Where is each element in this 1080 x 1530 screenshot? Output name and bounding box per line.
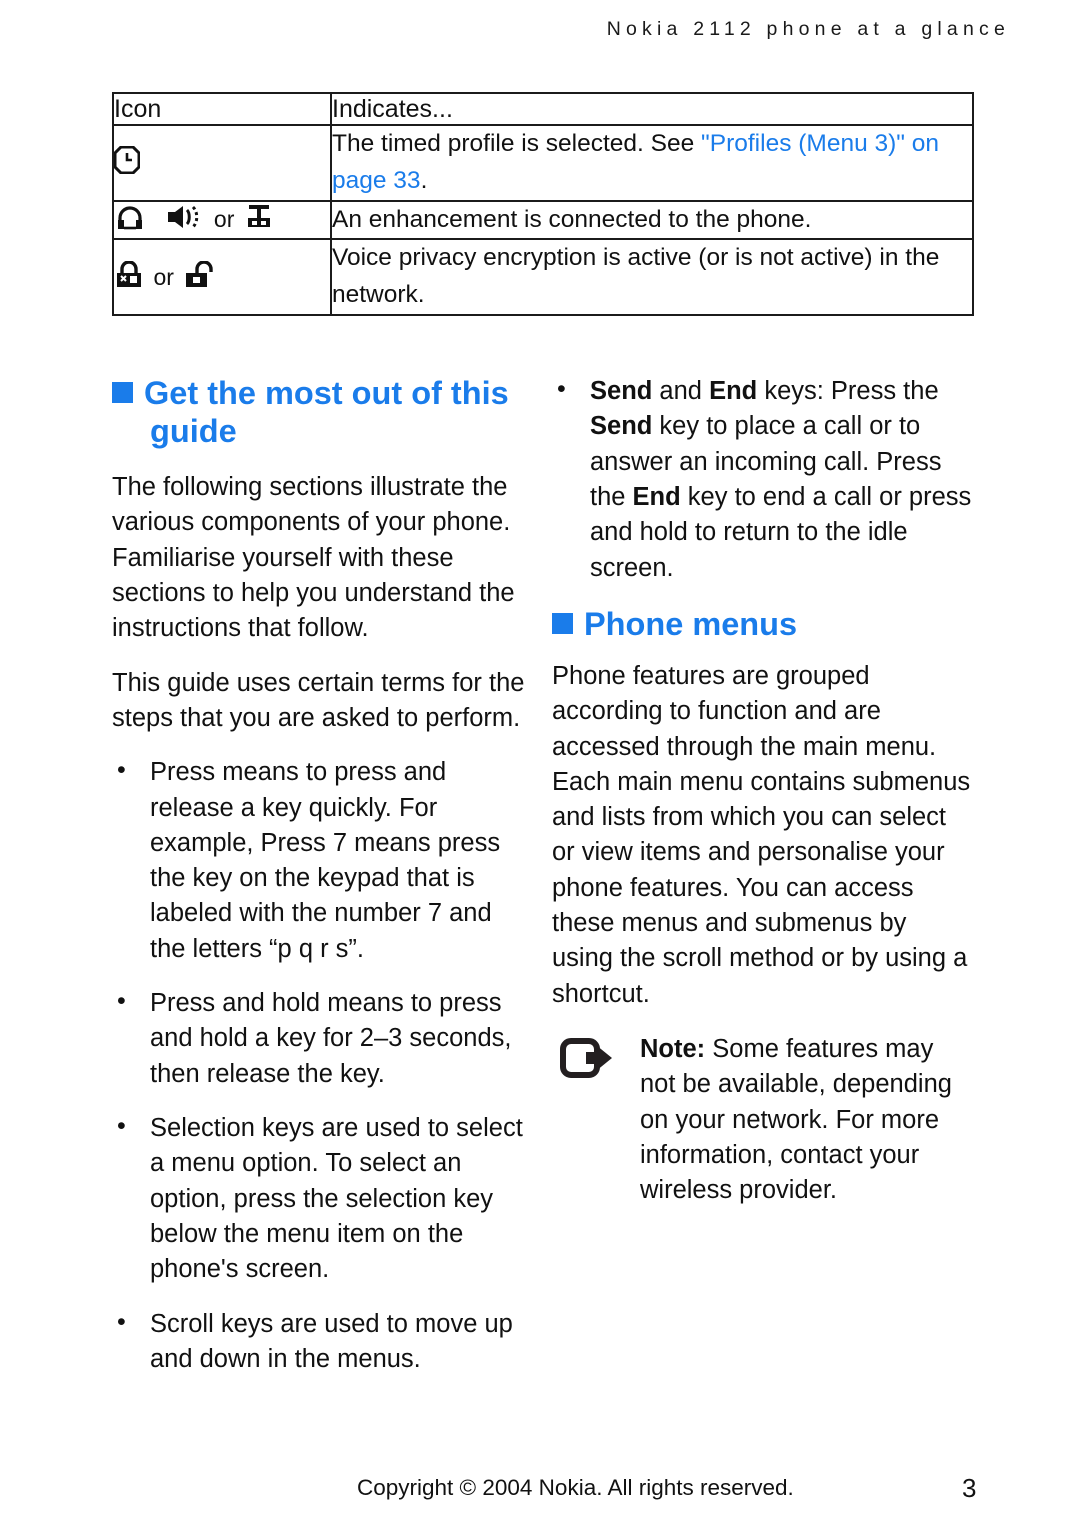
list-item: Scroll keys are used to move up and down… xyxy=(112,1305,532,1378)
running-header: Nokia 2112 phone at a glance xyxy=(606,18,1010,40)
key-name-send: Send xyxy=(590,377,653,405)
square-bullet-icon xyxy=(112,382,133,403)
bullet-text-seg2: and xyxy=(652,377,710,405)
key-name-end: End xyxy=(709,377,758,405)
list-item: Send and End keys: Press the Send key to… xyxy=(552,372,974,586)
table-row: or An enhancement is connected to the ph… xyxy=(112,199,974,241)
send-end-bullet-list: Send and End keys: Press the Send key to… xyxy=(552,372,974,586)
table-row: or Voice privacy encryption is active (o… xyxy=(112,238,974,316)
list-item: Press means to press and release a key q… xyxy=(112,753,532,967)
tty-device-icon xyxy=(244,203,274,236)
note-arrow-icon xyxy=(560,1038,622,1094)
paragraph-following-sections: The following sections illustrate the va… xyxy=(112,473,515,643)
status-icon-table: Icon Indicates... The timed profile is s… xyxy=(112,92,974,316)
list-item: Press and hold means to press and hold a… xyxy=(112,984,532,1092)
paragraph-guide-terms: This guide uses certain terms for the st… xyxy=(112,668,525,732)
right-column: Send and End keys: Press the Send key to… xyxy=(552,372,974,1209)
desc-cell-enhancement: An enhancement is connected to the phone… xyxy=(330,199,974,241)
paragraph-phone-menus: Phone features are grouped according to … xyxy=(552,661,971,1008)
section-heading-label: Phone menus xyxy=(584,605,798,642)
icon-cell-timed-profile xyxy=(112,124,332,202)
column-header-icon: Icon xyxy=(112,92,332,126)
separator-or-voice-privacy: or xyxy=(153,263,174,290)
padlock-closed-icon xyxy=(114,259,144,294)
note-label: Note: xyxy=(640,1035,706,1064)
terms-bullet-list: Press means to press and release a key q… xyxy=(112,753,532,1378)
desc-cell-voice-privacy: Voice privacy encryption is active (or i… xyxy=(330,238,974,316)
column-header-indicates: Indicates... xyxy=(330,92,974,126)
section-heading-get-the-most-out: Get the most out of this guide xyxy=(112,374,532,450)
section-heading-label: Get the most out of this guide xyxy=(144,375,509,450)
desc-text-tail: . xyxy=(420,166,428,194)
left-column: Get the most out of this guide The follo… xyxy=(112,374,532,1396)
page-footer: Copyright © 2004 Nokia. All rights reser… xyxy=(0,1473,1080,1509)
loudspeaker-icon xyxy=(166,203,204,236)
square-bullet-icon xyxy=(552,612,573,634)
clock-icon xyxy=(113,145,141,179)
page-number: 3 xyxy=(962,1473,977,1503)
note-callout: Note: Some features may not be available… xyxy=(552,1032,974,1209)
desc-cell-timed-profile: The timed profile is selected. See "Prof… xyxy=(330,124,974,202)
copyright-notice: Copyright © 2004 Nokia. All rights reser… xyxy=(357,1475,794,1500)
table-header-row: Icon Indicates... xyxy=(112,92,974,126)
icon-cell-voice-privacy: or xyxy=(112,238,332,316)
separator-or-enhancement: or xyxy=(213,206,235,233)
key-name-send-2: Send xyxy=(590,412,653,441)
desc-text-lead: The timed profile is selected. See xyxy=(332,130,702,157)
key-name-end-2: End xyxy=(632,482,681,511)
padlock-open-icon xyxy=(183,259,217,294)
bullet-text-seg4: keys: Press the xyxy=(757,377,939,405)
table-row: The timed profile is selected. See "Prof… xyxy=(112,124,974,202)
icon-cell-enhancement: or xyxy=(112,199,332,241)
headset-icon xyxy=(114,203,146,236)
list-item: Selection keys are used to select a menu… xyxy=(112,1109,532,1288)
section-heading-phone-menus: Phone menus xyxy=(552,605,974,643)
